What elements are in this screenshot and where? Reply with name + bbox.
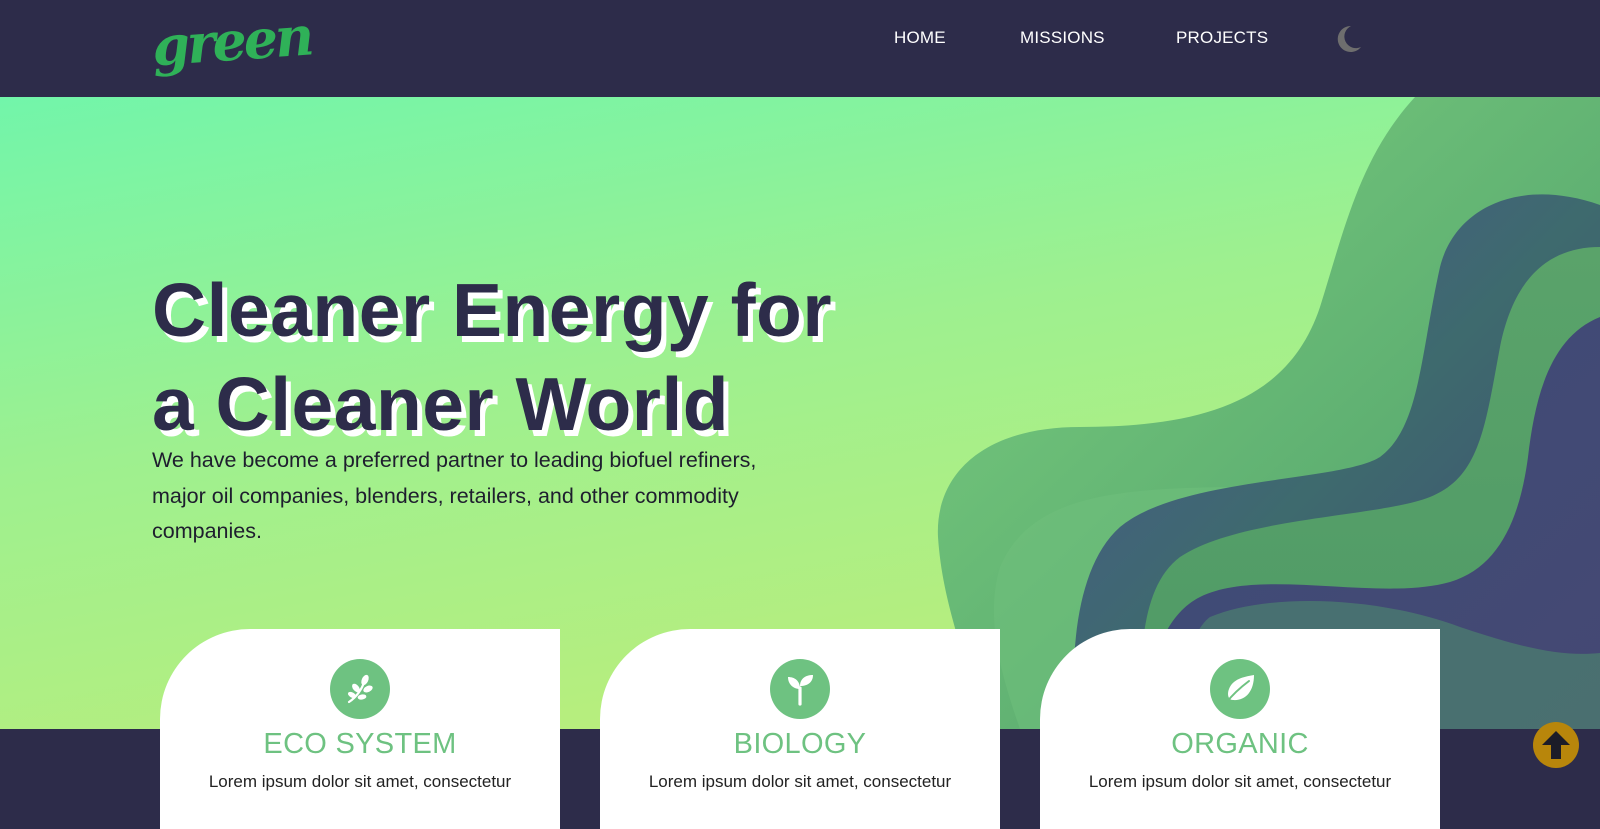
card-title: ECO SYSTEM — [263, 728, 457, 760]
card-text: Lorem ipsum dolor sit amet, consectetur — [648, 772, 952, 791]
site-header: green HOME MISSIONS PROJECTS — [0, 0, 1600, 97]
card-icon-circle — [770, 659, 830, 719]
card-text: Lorem ipsum dolor sit amet, consectetur — [208, 772, 512, 791]
logo[interactable]: green — [150, 1, 314, 82]
hero-description: We have become a preferred partner to le… — [152, 448, 757, 543]
moon-icon — [1337, 25, 1361, 52]
scroll-to-top-button[interactable] — [1533, 722, 1579, 768]
card-icon-circle — [1210, 659, 1270, 719]
nav-missions[interactable]: MISSIONS — [1020, 28, 1105, 48]
nav-projects[interactable]: PROJECTS — [1176, 28, 1268, 48]
nav-home[interactable]: HOME — [894, 28, 946, 48]
arrow-up-icon — [1542, 731, 1570, 759]
feature-card-biology: BIOLOGY Lorem ipsum dolor sit amet, cons… — [600, 629, 1000, 829]
feature-card-eco-system: ECO SYSTEM Lorem ipsum dolor sit amet, c… — [160, 629, 560, 829]
leaf-icon — [1225, 675, 1254, 704]
feature-card-organic: ORGANIC Lorem ipsum dolor sit amet, cons… — [1040, 629, 1440, 829]
theme-toggle-button[interactable] — [1334, 24, 1364, 54]
hero-title: Cleaner Energy for a Cleaner World — [152, 263, 832, 451]
hero-title-line-1: Cleaner Energy for — [152, 268, 833, 352]
card-title: ORGANIC — [1171, 728, 1309, 760]
card-icon-circle — [330, 659, 390, 719]
herb-icon — [347, 674, 373, 704]
card-title: BIOLOGY — [733, 728, 867, 760]
card-text: Lorem ipsum dolor sit amet, consectetur — [1088, 772, 1392, 791]
hero-title-line-2: a Cleaner World — [152, 362, 730, 446]
sprout-icon — [788, 675, 813, 706]
